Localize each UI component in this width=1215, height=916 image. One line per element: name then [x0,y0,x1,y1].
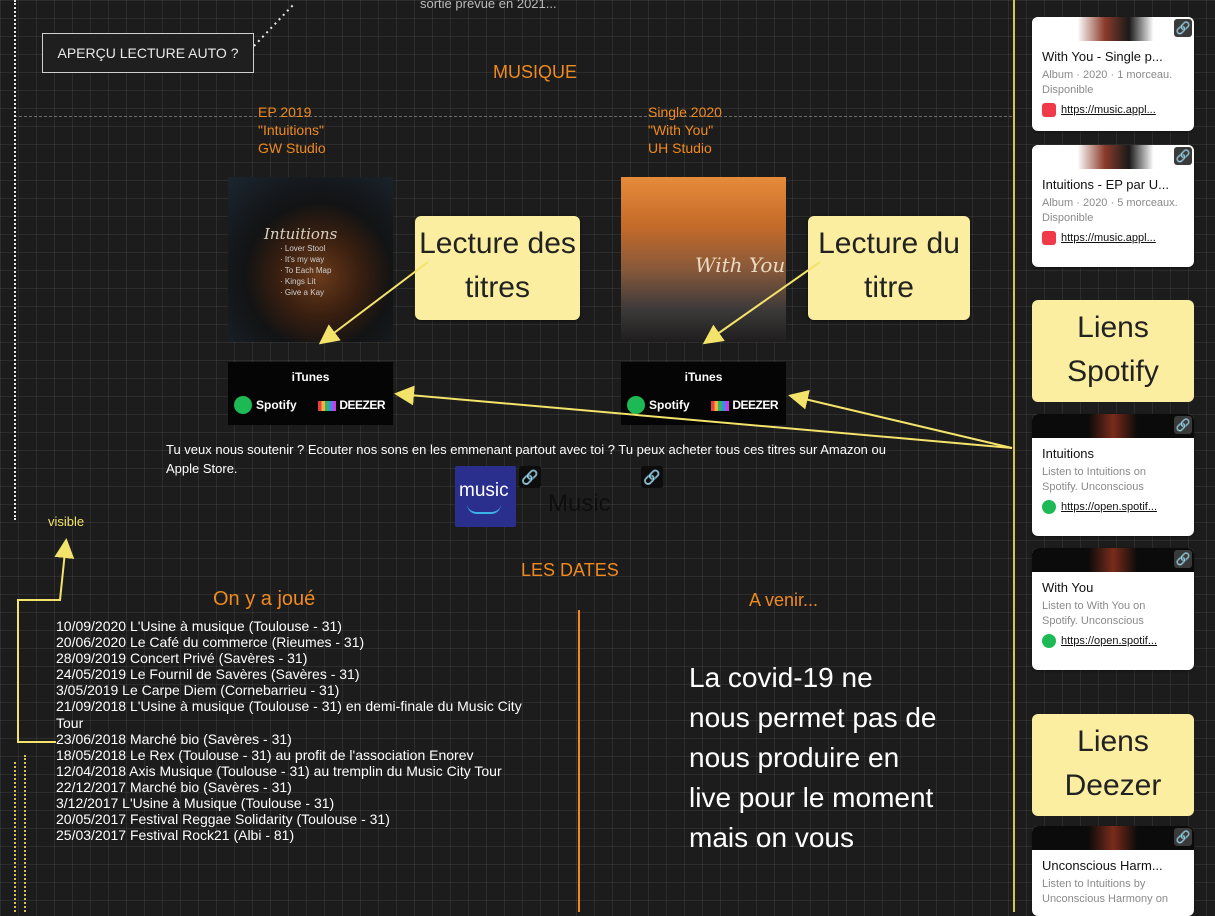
link-icon[interactable]: 🔗 [519,466,541,488]
card-thumbnail: 🔗 [1032,826,1194,850]
link-icon[interactable]: 🔗 [1174,416,1192,434]
card-title: With You [1042,580,1094,595]
card-url-row: https://open.spotif... [1032,497,1194,522]
sidebar-guide-line [1013,0,1015,912]
list-item: 21/09/2018 L'Usine à musique (Toulouse -… [56,698,522,731]
link-icon[interactable]: 🔗 [641,466,663,488]
deezer-card-unconscious-harmony[interactable]: 🔗 Unconscious Harm... Listen to Intuitio… [1032,826,1194,916]
card-url-link[interactable]: https://open.spotif... [1061,501,1157,513]
apple-music-icon [1042,231,1056,245]
list-item: 10/09/2020 L'Usine à musique (Toulouse -… [56,618,342,634]
card-title: With You - Single p... [1042,49,1163,64]
card-url-row: https://open.spotif... [1032,631,1194,656]
played-dates-list: 10/09/2020 L'Usine à musique (Toulouse -… [56,618,526,843]
dates-section-title: LES DATES [521,560,619,580]
callout-spotify-links: Liens Spotify [1032,300,1194,402]
card-description: Album · 2020 · 5 morceaux. Disponible [1042,197,1178,224]
amazon-music-label: music [459,480,509,501]
link-icon[interactable]: 🔗 [1174,828,1192,846]
list-item: 22/12/2017 Marché bio (Savères - 31) [56,778,292,795]
list-item: 25/03/2017 Festival Rock21 (Albi - 81) [56,827,295,844]
list-item: 23/06/2018 Marché bio (Savères - 31) [56,730,292,747]
card-description: Listen to Intuitions on Spotify. Unconsc… [1042,466,1146,493]
list-item: 3/12/2017 L'Usine à Musique (Toulouse - … [56,795,335,812]
spotify-card-with-you[interactable]: 🔗 With You Listen to With You on Spotify… [1032,548,1194,670]
link-icon[interactable]: 🔗 [1174,550,1192,568]
card-url-link[interactable]: https://music.appl... [1061,232,1156,244]
amazon-smile-icon [467,504,501,514]
card-title: Intuitions [1042,446,1095,461]
card-url-row: https://music.appl... [1032,228,1194,253]
upcoming-title: A venir... [749,590,819,610]
covid-notice: La covid-19 ne nous permet pas de nous p… [689,662,937,853]
amazon-music-link[interactable]: music [455,466,516,527]
apple-music-label: Music [548,490,611,517]
link-icon[interactable]: 🔗 [1174,19,1192,37]
card-thumbnail: 🔗 [1032,17,1194,41]
card-thumbnail: 🔗 [1032,145,1194,169]
card-title: Unconscious Harm... [1042,858,1163,873]
card-description: Listen to Intuitions by Unconscious Harm… [1042,878,1168,905]
card-thumbnail: 🔗 [1032,414,1194,438]
apple-music-card-intuitions[interactable]: 🔗 Intuitions - EP par U... Album · 2020 … [1032,145,1194,267]
spotify-icon [1042,634,1056,648]
card-url-row: https://music.appl... [1032,100,1194,125]
list-item: 20/05/2017 Festival Reggae Solidarity (T… [56,811,390,828]
list-item: 20/06/2020 Le Café du commerce (Rieumes … [56,634,365,651]
link-icon[interactable]: 🔗 [1174,147,1192,165]
apple-music-icon [1042,103,1056,117]
card-description: Album · 2020 · 1 morceau. Disponible [1042,69,1173,96]
dates-column-divider [578,610,580,912]
callout-deezer-links: Liens Deezer [1032,714,1194,816]
played-title: On y a joué [213,588,316,610]
card-description: Listen to With You on Spotify. Unconscio… [1042,600,1146,627]
list-item: 12/04/2018 Axis Musique (Toulouse - 31) … [56,762,502,779]
apple-music-card-with-you[interactable]: 🔗 With You - Single p... Album · 2020 · … [1032,17,1194,131]
card-title: Intuitions - EP par U... [1042,177,1169,192]
list-item: 18/05/2018 Le Rex (Toulouse - 31) au pro… [56,746,474,763]
apple-music-link[interactable]: Music [548,490,611,518]
card-url-link[interactable]: https://open.spotif... [1061,635,1157,647]
visible-label: visible [48,514,85,529]
card-thumbnail: 🔗 [1032,548,1194,572]
card-url-link[interactable]: https://music.appl... [1061,104,1156,116]
spotify-icon [1042,500,1056,514]
list-item: 28/09/2019 Concert Privé (Savères - 31) [56,650,308,667]
list-item: 3/05/2019 Le Carpe Diem (Cornebarrieu - … [56,682,340,699]
spotify-card-intuitions[interactable]: 🔗 Intuitions Listen to Intuitions on Spo… [1032,414,1194,536]
list-item: 24/05/2019 Le Fournil de Savères (Savère… [56,666,360,683]
